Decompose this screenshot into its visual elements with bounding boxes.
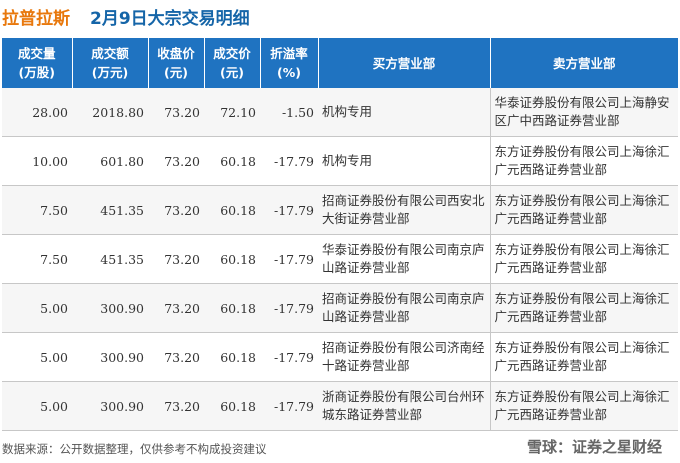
col-seller: 卖方营业部 [490,38,678,88]
volume-cell: 5.00 [2,332,72,382]
seller-cell: 东方证券股份有限公司上海徐汇广元西路证券营业部 [489,136,678,186]
block-trade-table: 成交量 (万股) 成交额 (万元) 收盘价 (元) 成交价 (元) 折溢率 (%) 买方营… [2,38,678,431]
table-row: 10.00 601.80 73.20 60.18 -17.79 机构专用 东方证… [2,136,678,186]
price-cell: 60.18 [204,185,260,235]
company-name: 拉普拉斯 [2,9,70,29]
table-row: 5.00 300.90 73.20 60.18 -17.79 浙商证券股份有限公… [2,381,678,431]
buyer-cell: 招商证券股份有限公司济南经十路证券营业部 [318,332,490,382]
price-cell: 60.18 [204,234,260,284]
close-cell: 73.20 [148,234,204,284]
seller-cell: 东方证券股份有限公司上海徐汇广元西路证券营业部 [489,283,678,333]
col-trade-price: 成交价 (元) [204,38,261,88]
price-cell: 60.18 [204,283,260,333]
amount-cell: 451.35 [72,185,148,235]
premium-cell: -17.79 [260,332,318,382]
amount-cell: 601.80 [72,136,148,186]
close-cell: 73.20 [148,332,204,382]
buyer-cell: 浙商证券股份有限公司台州环城东路证券营业部 [318,381,490,431]
seller-cell: 华泰证券股份有限公司上海静安区广中西路证券营业部 [489,88,678,137]
buyer-cell: 招商证券股份有限公司南京庐山路证券营业部 [318,283,490,333]
close-cell: 73.20 [148,136,204,186]
seller-cell: 东方证券股份有限公司上海徐汇广元西路证券营业部 [489,234,678,284]
premium-cell: -17.79 [260,136,318,186]
amount-cell: 300.90 [72,283,148,333]
volume-cell: 5.00 [2,283,72,333]
price-cell: 60.18 [204,381,260,431]
col-amount: 成交额 (万元) [72,38,149,88]
brand-logo: 雪球：证券之星财经 [526,438,662,456]
table-row: 5.00 300.90 73.20 60.18 -17.79 招商证券股份有限公… [2,332,678,382]
buyer-cell: 机构专用 [318,88,490,137]
price-cell: 72.10 [204,88,260,137]
close-cell: 73.20 [148,185,204,235]
premium-cell: -17.79 [260,234,318,284]
close-cell: 73.20 [148,88,204,137]
table-row: 7.50 451.35 73.20 60.18 -17.79 华泰证券股份有限公… [2,234,678,284]
table-header-row: 成交量 (万股) 成交额 (万元) 收盘价 (元) 成交价 (元) 折溢率 (%) 买方营… [2,38,678,88]
data-source-note: 数据来源：公开数据整理，仅供参考不构成投资建议 [2,442,267,456]
volume-cell: 7.50 [2,185,72,235]
volume-cell: 10.00 [2,136,72,186]
seller-cell: 东方证券股份有限公司上海徐汇广元西路证券营业部 [489,381,678,431]
volume-cell: 5.00 [2,381,72,431]
price-cell: 60.18 [204,136,260,186]
premium-cell: -17.79 [260,283,318,333]
amount-cell: 2018.80 [72,88,148,137]
close-cell: 73.20 [148,381,204,431]
col-premium-rate: 折溢率 (%) [260,38,319,88]
table-row: 28.00 2018.80 73.20 72.10 -1.50 机构专用 华泰证… [2,88,678,137]
premium-cell: -17.79 [260,381,318,431]
amount-cell: 300.90 [72,381,148,431]
table-row: 5.00 300.90 73.20 60.18 -17.79 招商证券股份有限公… [2,283,678,333]
col-close-price: 收盘价 (元) [148,38,205,88]
amount-cell: 451.35 [72,234,148,284]
table-row: 7.50 451.35 73.20 60.18 -17.79 招商证券股份有限公… [2,185,678,235]
buyer-cell: 招商证券股份有限公司西安北大街证券营业部 [318,185,490,235]
buyer-cell: 机构专用 [318,136,490,186]
seller-cell: 东方证券股份有限公司上海徐汇广元西路证券营业部 [489,332,678,382]
amount-cell: 300.90 [72,332,148,382]
volume-cell: 7.50 [2,234,72,284]
title-bar: 拉普拉斯 2月9日大宗交易明细 [0,0,680,34]
report-title: 2月9日大宗交易明细 [90,9,250,29]
seller-cell: 东方证券股份有限公司上海徐汇广元西路证券营业部 [489,185,678,235]
buyer-cell: 华泰证券股份有限公司南京庐山路证券营业部 [318,234,490,284]
premium-cell: -1.50 [260,88,318,137]
close-cell: 73.20 [148,283,204,333]
price-cell: 60.18 [204,332,260,382]
volume-cell: 28.00 [2,88,72,137]
premium-cell: -17.79 [260,185,318,235]
col-volume: 成交量 (万股) [2,38,73,88]
col-buyer: 买方营业部 [318,38,491,88]
